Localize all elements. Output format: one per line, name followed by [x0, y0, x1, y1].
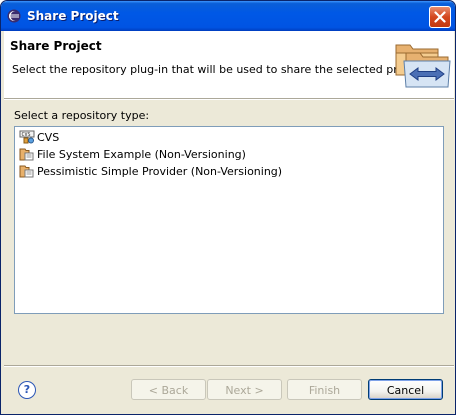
close-button[interactable] [429, 6, 451, 28]
page-title: Share Project [10, 39, 102, 53]
cvs-repository-icon: CVS [19, 130, 35, 144]
footer-separator [4, 365, 454, 367]
title-bar[interactable]: Share Project [1, 1, 455, 31]
banner-separator [4, 98, 454, 100]
window-title: Share Project [27, 9, 119, 23]
provider-icon [19, 165, 34, 178]
list-item-file-system-example[interactable]: File System Example (Non-Versioning) [19, 146, 246, 162]
cancel-button[interactable]: Cancel [368, 379, 443, 400]
svg-text:CVS: CVS [22, 132, 31, 138]
back-button[interactable]: < Back [131, 379, 206, 400]
close-icon [434, 11, 446, 23]
list-item-label: CVS [37, 130, 60, 144]
wizard-banner: Share Project Select the repository plug… [4, 31, 454, 98]
share-project-dialog: Share Project Share Project Select the r… [0, 0, 456, 415]
eclipse-icon [7, 9, 21, 23]
list-item-pessimistic-simple-provider[interactable]: Pessimistic Simple Provider (Non-Version… [19, 163, 282, 179]
page-description: Select the repository plug-in that will … [12, 63, 428, 76]
repository-type-label: Select a repository type: [14, 109, 150, 122]
list-item-label: File System Example (Non-Versioning) [37, 147, 246, 161]
finish-button[interactable]: Finish [287, 379, 362, 400]
next-button[interactable]: Next > [207, 379, 282, 400]
repository-type-list[interactable]: CVS CVS File System Example (Non-Version… [14, 126, 444, 314]
list-item-cvs[interactable]: CVS CVS [19, 129, 59, 145]
list-item-label: Pessimistic Simple Provider (Non-Version… [37, 164, 283, 178]
share-project-wizard-icon [395, 44, 451, 88]
provider-icon [19, 148, 34, 161]
help-button[interactable]: ? [18, 381, 36, 399]
